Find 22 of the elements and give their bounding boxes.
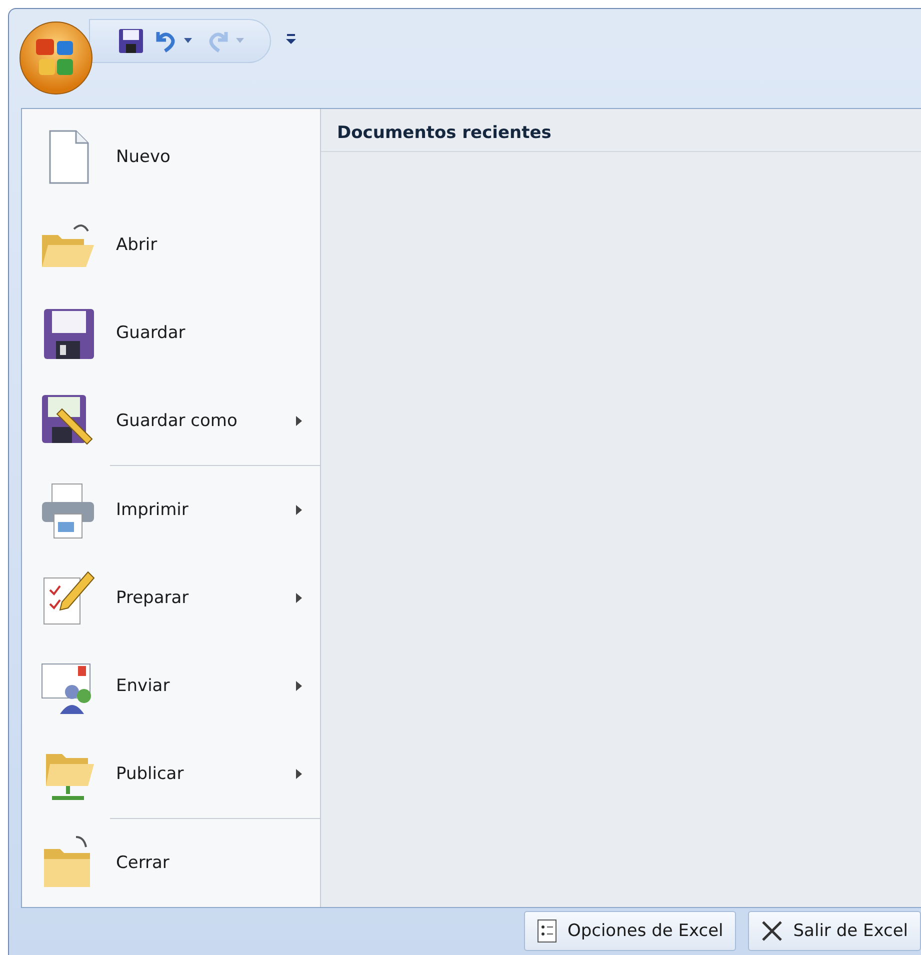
menu-item[interactable]: Cerrar [22,818,320,907]
menu-item[interactable]: Guardar como [22,376,320,465]
submenu-arrow-icon [296,592,302,603]
submenu-arrow-icon [296,680,302,691]
menu-item[interactable]: Publicar [22,730,320,818]
submenu-arrow-icon [296,416,302,426]
options-button[interactable]: Opciones de Excel [524,911,736,952]
office-logo-button[interactable] [19,21,93,95]
submenu-arrow-icon [296,504,302,515]
options-document-icon [537,919,558,944]
menu-item[interactable]: Abrir [22,200,320,289]
close-icon [761,920,784,942]
menu-item[interactable]: Nuevo [22,112,320,201]
customize-dropdown-icon[interactable] [285,31,297,47]
submenu-arrow-icon [296,768,302,779]
exit-button[interactable]: Salir de Excel [748,911,921,952]
menu-item[interactable]: Imprimir [22,466,320,554]
menu-item[interactable]: Preparar [22,554,320,642]
menu-item[interactable]: Guardar [22,288,320,377]
save-icon[interactable] [118,28,144,54]
menu-item[interactable]: Enviar [22,642,320,730]
recent-documents-title: Documentos recientes [321,108,921,152]
